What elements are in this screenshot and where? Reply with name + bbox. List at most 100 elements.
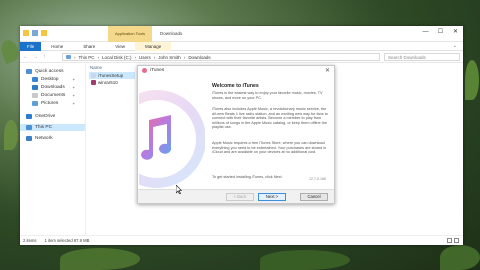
itunes-installer-dialog: iTunes ✕ Welcome to iTunes iTunes is the… <box>137 65 335 204</box>
mouse-pointer-icon <box>175 184 183 196</box>
list-item[interactable]: iTunesSetup <box>89 72 135 79</box>
download-icon <box>32 85 38 90</box>
back-arrow-icon[interactable]: ← <box>23 54 28 60</box>
dialog-title: iTunes <box>150 68 165 73</box>
nav-item-network[interactable]: Network <box>26 136 53 141</box>
list-item[interactable]: winrar510 <box>89 79 135 86</box>
view-toggle <box>447 238 459 243</box>
pin-icon: ✦ <box>72 101 76 106</box>
back-button[interactable]: < Back <box>226 193 254 201</box>
computer-icon <box>66 55 71 59</box>
title-bar: Application Tools Downloads — ☐ ✕ <box>20 26 463 42</box>
context-tab-label: Application Tools <box>115 31 145 36</box>
item-count: 2 items <box>23 238 37 243</box>
dialog-close-button[interactable]: ✕ <box>325 67 330 74</box>
pictures-icon <box>32 101 38 106</box>
window-controls: — ☐ ✕ <box>418 26 463 38</box>
nav-label: Quick access <box>35 69 64 74</box>
leaf-decoration <box>440 245 480 270</box>
application-tools-tab[interactable]: Application Tools <box>108 26 152 42</box>
desktop-icon <box>32 77 38 82</box>
itunes-logo <box>139 90 205 188</box>
nav-label: This PC <box>35 125 53 130</box>
folder-icon[interactable] <box>23 30 29 36</box>
dialog-paragraph: iTunes also includes Apple Music, a revo… <box>212 107 328 130</box>
breadcrumb-separator: › <box>153 54 156 60</box>
next-button[interactable]: Next > <box>258 193 286 201</box>
cloud-icon <box>26 114 32 119</box>
forward-arrow-icon[interactable]: → <box>33 54 38 60</box>
document-icon <box>32 93 38 98</box>
expand-ribbon-icon[interactable]: ⌄ <box>453 43 463 49</box>
ribbon-tabs: File Home Share View Manage ⌄ <box>20 41 463 51</box>
dialog-title-bar: iTunes <box>138 66 334 75</box>
itunes-icon <box>142 68 147 73</box>
dialog-paragraph: iTunes is the easiest way to enjoy your … <box>212 91 323 100</box>
file-name: iTunesSetup <box>98 73 124 78</box>
breadcrumb-separator: › <box>97 54 100 60</box>
tab-home[interactable]: Home <box>41 42 73 51</box>
leaf-decoration <box>60 248 140 270</box>
network-icon <box>26 136 32 141</box>
search-input[interactable]: Search Downloads <box>384 53 460 61</box>
pin-icon: ✦ <box>72 77 76 82</box>
tab-file[interactable]: File <box>20 41 42 51</box>
close-button[interactable]: ✕ <box>448 26 463 38</box>
tab-manage[interactable]: Manage <box>134 41 172 51</box>
breadcrumb-this-pc[interactable]: This PC <box>79 55 95 60</box>
breadcrumb-downloads[interactable]: Downloads <box>188 55 210 60</box>
leaf-decoration <box>465 60 479 100</box>
breadcrumb-user[interactable]: John Smith <box>158 55 181 60</box>
tab-view[interactable]: View <box>105 42 135 51</box>
address-bar[interactable]: › This PC › Local Disk (C:) › Users › Jo… <box>62 53 380 61</box>
computer-icon <box>26 125 32 130</box>
nav-item-documents[interactable]: Documents <box>32 93 65 98</box>
version-label: 12.7.0.166 <box>309 177 326 181</box>
minimize-button[interactable]: — <box>418 26 433 38</box>
leaf-decoration <box>4 120 18 150</box>
nav-item-downloads[interactable]: Downloads <box>32 85 65 90</box>
nav-item-desktop[interactable]: Desktop <box>32 77 59 82</box>
window-title: Downloads <box>160 31 183 36</box>
star-icon <box>26 69 32 74</box>
nav-label: Documents <box>41 93 66 98</box>
address-row: ← → ↑ › This PC › Local Disk (C:) › User… <box>20 51 463 63</box>
nav-item-this-pc[interactable]: This PC <box>20 124 85 131</box>
breadcrumb-local-disk[interactable]: Local Disk (C:) <box>102 55 132 60</box>
large-icons-view-icon[interactable] <box>454 238 459 243</box>
nav-item-onedrive[interactable]: OneDrive <box>26 114 55 119</box>
dialog-heading: Welcome to iTunes <box>212 83 259 89</box>
up-arrow-icon[interactable]: ↑ <box>43 54 46 60</box>
file-name: winrar510 <box>98 80 118 85</box>
breadcrumb-separator: › <box>134 54 137 60</box>
breadcrumb-separator: › <box>74 54 76 60</box>
nav-label: OneDrive <box>35 114 56 119</box>
properties-icon[interactable] <box>32 30 38 36</box>
nav-label: Network <box>35 136 53 141</box>
dialog-paragraph: Apple Music requires a free iTunes Store… <box>212 141 327 155</box>
column-header-name[interactable]: Name <box>90 65 102 70</box>
quick-access-toolbar <box>23 30 47 36</box>
cancel-button[interactable]: Cancel <box>300 193 328 201</box>
nav-label: Downloads <box>41 85 65 90</box>
dialog-button-row: < Back Next > Cancel <box>138 189 334 203</box>
navigation-buttons: ← → ↑ <box>23 54 46 60</box>
maximize-button[interactable]: ☐ <box>433 26 448 38</box>
status-bar: 2 items 1 item selected 87.9 MB <box>20 235 463 245</box>
installer-icon <box>91 73 96 78</box>
pin-icon: ✦ <box>72 85 76 90</box>
leaf-decoration <box>260 250 350 270</box>
leaf-decoration <box>0 37 22 65</box>
details-view-icon[interactable] <box>447 238 452 243</box>
archive-icon <box>91 80 96 85</box>
pin-icon: ✦ <box>72 93 76 98</box>
breadcrumb-separator: › <box>183 54 186 60</box>
nav-item-quick-access[interactable]: Quick access <box>26 69 64 74</box>
navigation-pane: Quick access Desktop ✦ Downloads ✦ Docum… <box>20 64 86 235</box>
new-folder-icon[interactable] <box>41 30 47 36</box>
tab-share[interactable]: Share <box>73 42 105 51</box>
nav-label: Desktop <box>41 77 59 82</box>
breadcrumb-users[interactable]: Users <box>139 55 151 60</box>
selection-info: 1 item selected 87.9 MB <box>44 238 90 243</box>
nav-item-pictures[interactable]: Pictures <box>32 101 58 106</box>
